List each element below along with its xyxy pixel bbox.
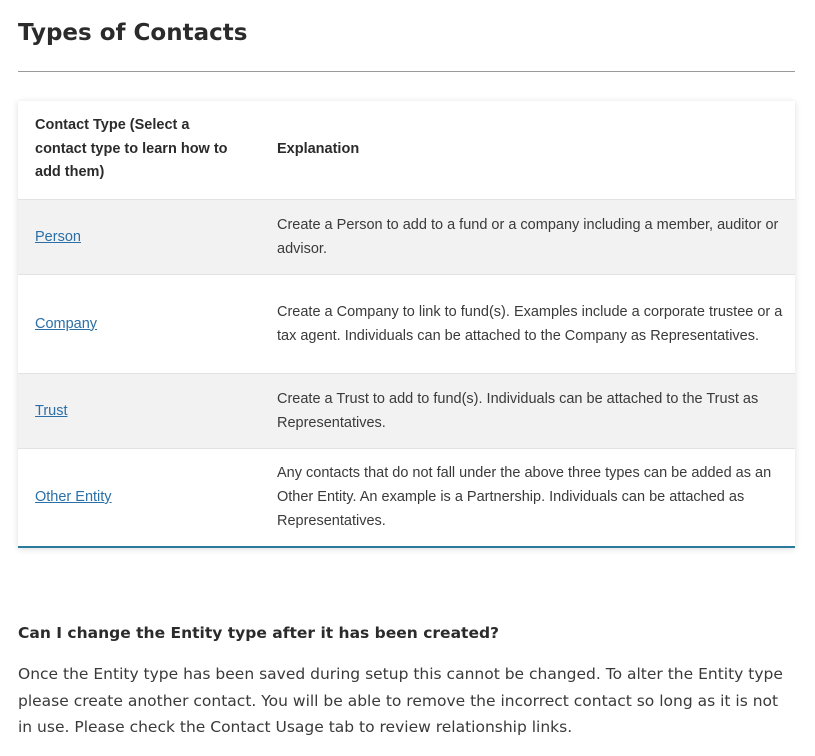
company-link[interactable]: Company — [35, 316, 97, 332]
faq-answer: Once the Entity type has been saved duri… — [18, 665, 783, 736]
table-row: Person Create a Person to add to a fund … — [18, 198, 795, 274]
header-contact-type: Contact Type (Select a contact type to l… — [18, 101, 260, 199]
table-header-row: Contact Type (Select a contact type to l… — [18, 101, 795, 199]
table-row: Other Entity Any contacts that do not fa… — [18, 447, 795, 546]
page-title: Types of Contacts — [18, 20, 248, 46]
page-content: Types of Contacts Contact Type (Select a… — [18, 0, 795, 548]
table-row: Company Create a Company to link to fund… — [18, 273, 795, 373]
contact-type-cell: Person — [18, 198, 260, 274]
explanation-cell: Create a Trust to add to fund(s). Indivi… — [260, 372, 795, 448]
table-row: Trust Create a Trust to add to fund(s). … — [18, 372, 795, 448]
contact-types-table-container: Contact Type (Select a contact type to l… — [18, 101, 795, 548]
table-body: Person Create a Person to add to a fund … — [18, 198, 795, 546]
contact-type-cell: Company — [18, 273, 260, 373]
title-divider — [18, 71, 795, 72]
explanation-cell: Create a Person to add to a fund or a co… — [260, 198, 795, 274]
contact-type-cell: Trust — [18, 372, 260, 448]
contact-type-cell: Other Entity — [18, 447, 260, 546]
contact-types-table: Contact Type (Select a contact type to l… — [18, 101, 795, 546]
explanation-cell: Any contacts that do not fall under the … — [260, 447, 795, 546]
person-link[interactable]: Person — [35, 229, 81, 245]
header-explanation: Explanation — [260, 101, 795, 199]
trust-link[interactable]: Trust — [35, 403, 68, 419]
other-entity-link[interactable]: Other Entity — [35, 489, 112, 505]
table-header: Contact Type (Select a contact type to l… — [18, 101, 795, 199]
faq-question: Can I change the Entity type after it ha… — [18, 624, 500, 642]
explanation-cell: Create a Company to link to fund(s). Exa… — [260, 273, 795, 373]
